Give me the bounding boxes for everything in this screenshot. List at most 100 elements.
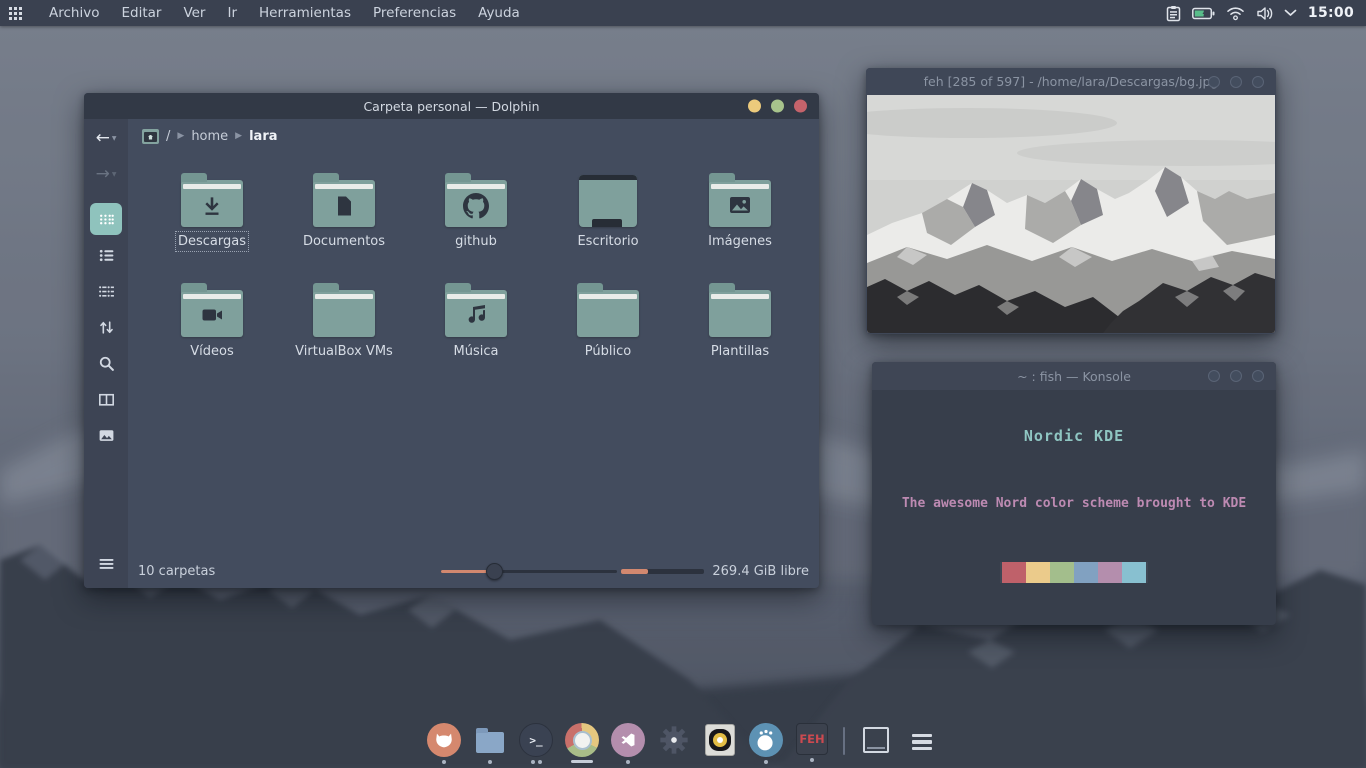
maximize-button[interactable] [1230,76,1242,88]
breadcrumb-home[interactable]: home [191,129,228,144]
clock[interactable]: 15:00 [1308,5,1354,21]
task-indicator [442,759,446,764]
hamburger-menu-button[interactable] [97,556,116,576]
details-view-icon [98,247,115,264]
battery-icon[interactable] [1192,7,1215,20]
compact-view-button[interactable] [90,275,122,307]
close-button[interactable] [1252,76,1264,88]
app-grid-icon [9,7,22,20]
folder-label: Música [454,344,499,359]
terminal-viewport[interactable]: Nordic KDE The awesome Nord color scheme… [872,390,1276,625]
menu-archivo[interactable]: Archivo [38,0,110,26]
folder-label: Imágenes [708,234,772,249]
terminal-heading: Nordic KDE [872,427,1276,445]
task-indicator [626,759,630,764]
free-space: 269.4 GiB libre [712,564,809,579]
menu-ayuda[interactable]: Ayuda [467,0,531,26]
konsole-window-title: ~ : fish — Konsole [1017,369,1131,384]
feh-image-viewport[interactable] [867,95,1275,333]
hamburger-menu-icon [97,556,116,572]
breadcrumb-separator-icon: ▶ [235,131,242,141]
feh-window[interactable]: feh [285 of 597] - /home/lara/Descargas/… [866,68,1276,334]
minimize-button[interactable] [1208,370,1220,382]
palette-swatch [1122,562,1146,583]
feh-titlebar[interactable]: feh [285 of 597] - /home/lara/Descargas/… [866,68,1276,95]
palette-swatch [1050,562,1074,583]
folder-item-musica[interactable]: Música [410,273,542,383]
dolphin-toolbar: ←▼ →▼ [84,119,128,588]
folder-icon [181,290,243,337]
home-folder-icon[interactable] [142,129,159,144]
folder-item-documentos[interactable]: Documentos [278,163,410,273]
menu-preferencias[interactable]: Preferencias [362,0,467,26]
dolphin-window[interactable]: Carpeta personal — Dolphin ←▼ →▼ [84,93,819,588]
folder-item-descargas[interactable]: Descargas [146,163,278,273]
dock-item-settings[interactable] [655,723,693,764]
volume-icon[interactable] [1256,6,1273,21]
chevron-down-icon: ▼ [112,135,117,142]
folder-item-plantillas[interactable]: Plantillas [674,273,806,383]
folder-item-publico[interactable]: Público [542,273,674,383]
folder-label: Documentos [303,234,385,249]
split-view-button[interactable] [90,383,122,415]
document-icon [332,193,356,219]
minimize-button[interactable] [748,100,761,113]
folder-item-videos[interactable]: Vídeos [146,273,278,383]
palette-strip [1000,562,1148,583]
slider-knob[interactable] [486,563,503,580]
sort-button[interactable] [90,311,122,343]
dock-item-terminal[interactable]: >_ [517,723,555,764]
folder-icon [709,180,771,227]
dock-item-feh[interactable]: FEH [793,723,831,762]
details-view-button[interactable] [90,239,122,271]
forward-button[interactable]: →▼ [84,161,128,187]
konsole-window[interactable]: ~ : fish — Konsole Nordic KDE The awesom… [872,362,1276,625]
maximize-button[interactable] [1230,370,1242,382]
menu-ver[interactable]: Ver [172,0,216,26]
close-button[interactable] [1252,370,1264,382]
breadcrumb-separator-icon: ▶ [177,131,184,141]
task-indicator-active [571,759,593,764]
folder-item-imagenes[interactable]: Imágenes [674,163,806,273]
dock-item-file-manager[interactable] [471,723,509,764]
folder-label: Público [585,344,631,359]
dock-item-firefox[interactable] [425,723,463,764]
dock-item-show-desktop[interactable] [857,723,895,760]
menu-herramientas[interactable]: Herramientas [248,0,362,26]
konsole-titlebar[interactable]: ~ : fish — Konsole [872,362,1276,390]
app-launcher-button[interactable] [0,0,30,26]
hamburger-menu-icon [905,725,939,759]
breadcrumb-current[interactable]: lara [249,129,277,144]
maximize-button[interactable] [771,100,784,113]
dock-item-music-player[interactable] [701,723,739,763]
zoom-slider[interactable] [441,561,617,581]
dock-item-app-menu[interactable] [903,723,941,766]
messenger-icon [749,723,783,757]
back-button[interactable]: ←▼ [84,125,128,151]
dock-item-vscode[interactable] [609,723,647,764]
breadcrumb-root[interactable]: / [166,129,170,144]
menu-editar[interactable]: Editar [110,0,172,26]
back-arrow-icon: ← [96,130,110,147]
folder-item-escritorio[interactable]: Escritorio [542,163,674,273]
gear-icon [657,723,691,757]
dock-item-chromium[interactable] [563,723,601,764]
bg-jpg-image [867,95,1275,333]
close-button[interactable] [794,100,807,113]
search-button[interactable] [90,347,122,379]
sort-icon [98,319,115,336]
dolphin-titlebar[interactable]: Carpeta personal — Dolphin [84,93,819,119]
chevron-down-icon[interactable] [1284,9,1297,17]
folder-icon [709,290,771,337]
desktop: Archivo Editar Ver Ir Herramientas Prefe… [0,0,1366,768]
folder-item-virtualbox-vms[interactable]: VirtualBox VMs [278,273,410,383]
icons-view-button[interactable] [90,203,122,235]
minimize-button[interactable] [1208,76,1220,88]
music-player-icon [705,724,735,756]
clipboard-icon[interactable] [1166,5,1181,22]
preview-button[interactable] [90,419,122,451]
menu-ir[interactable]: Ir [216,0,248,26]
folder-item-github[interactable]: github [410,163,542,273]
dock-item-messenger[interactable] [747,723,785,764]
wifi-icon[interactable] [1226,6,1245,21]
